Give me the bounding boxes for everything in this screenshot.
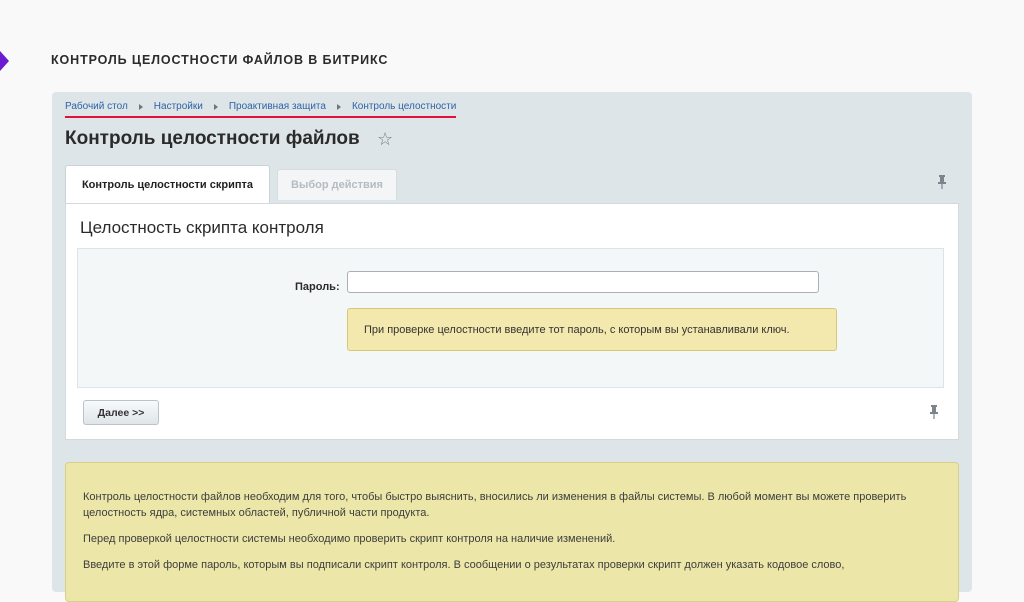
- info-box: Контроль целостности файлов необходим дл…: [65, 462, 959, 602]
- breadcrumb-item-desktop[interactable]: Рабочий стол: [65, 101, 128, 112]
- slide-accent-marker: [0, 51, 9, 71]
- panel-heading: Целостность скрипта контроля: [80, 218, 324, 237]
- password-hint: При проверке целостности введите тот пар…: [347, 308, 837, 351]
- breadcrumb-item-proactive[interactable]: Проактивная защита: [229, 101, 326, 112]
- star-icon[interactable]: ☆: [377, 129, 393, 150]
- breadcrumb-separator-icon: [138, 103, 143, 110]
- slide-title: Контроль целостности файлов в Битрикс: [51, 53, 389, 67]
- next-button[interactable]: Далее >>: [83, 400, 159, 425]
- info-paragraph: Перед проверкой целостности системы необ…: [83, 533, 616, 545]
- pin-icon[interactable]: [936, 174, 948, 195]
- form-area: Пароль: При проверке целостности введите…: [77, 248, 944, 388]
- page-title: Контроль целостности файлов: [65, 128, 360, 149]
- tab-panel: Целостность скрипта контроля Пароль: При…: [65, 203, 959, 440]
- password-input[interactable]: [347, 271, 819, 293]
- tab-choose-action[interactable]: Выбор действия: [277, 169, 397, 200]
- breadcrumb-separator-icon: [213, 103, 218, 110]
- breadcrumb-item-settings[interactable]: Настройки: [154, 101, 203, 112]
- info-paragraph: Введите в этой форме пароль, которым вы …: [83, 559, 845, 571]
- breadcrumb: Рабочий стол Настройки Проактивная защит…: [65, 101, 457, 118]
- pin-icon[interactable]: [928, 404, 940, 425]
- info-paragraph: Контроль целостности файлов необходим дл…: [83, 491, 907, 519]
- password-label: Пароль:: [295, 281, 340, 293]
- admin-window: Рабочий стол Настройки Проактивная защит…: [52, 92, 972, 602]
- breadcrumb-item-integrity[interactable]: Контроль целостности: [352, 101, 456, 112]
- tab-script-integrity[interactable]: Контроль целостности скрипта: [65, 165, 270, 203]
- breadcrumb-separator-icon: [336, 103, 341, 110]
